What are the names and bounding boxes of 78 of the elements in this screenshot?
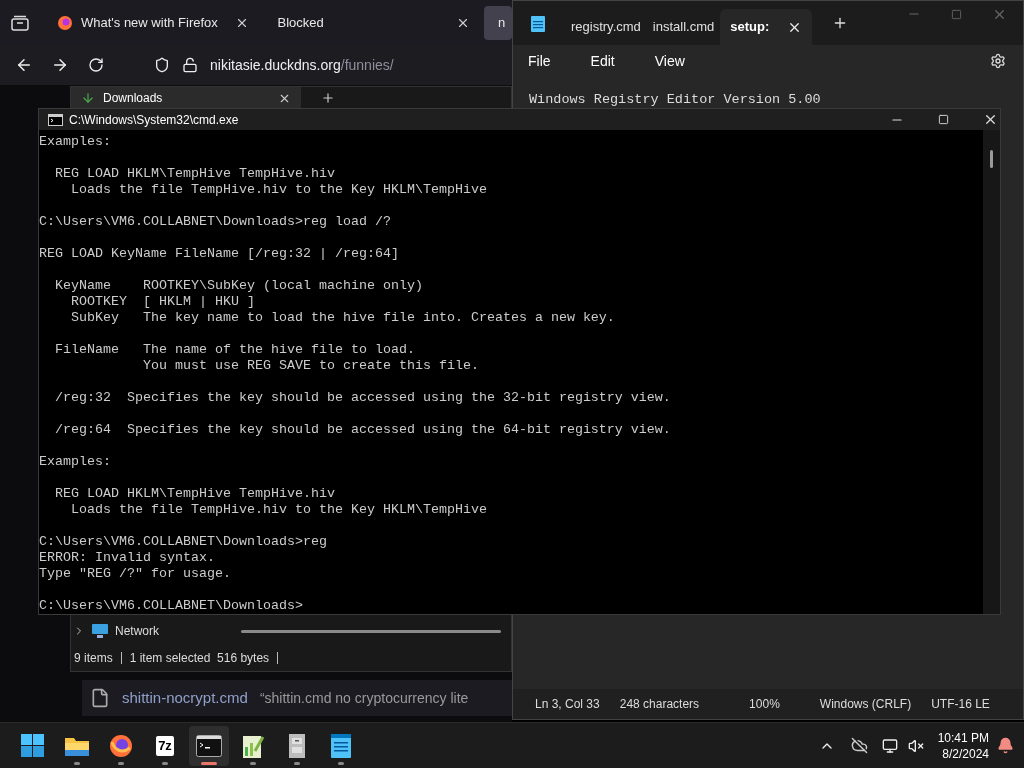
- scrollbar[interactable]: [241, 629, 501, 633]
- console-line: SubKey The key name to load the hive file into. Creates a new key.: [70, 310, 615, 326]
- console-line: ERROR: Invalid syntax.: [39, 550, 215, 566]
- status-text: 248 characters: [618, 696, 701, 713]
- editor-tab[interactable]: setup:: [720, 9, 813, 45]
- scrollbar-thumb[interactable]: [990, 150, 993, 168]
- tab-list-icon[interactable]: [11, 14, 29, 31]
- console-line: C:\Users\VM6.COLLABNET\Downloads>reg: [39, 534, 327, 550]
- status-text: 1 item selected 516 bytes: [129, 650, 270, 667]
- download-item[interactable]: shittin-nocrypt.cmd “shittin.cmd no cryptocurrency lite: [82, 680, 512, 716]
- menu-item[interactable]: Edit: [585, 50, 620, 72]
- browser-tab[interactable]: n: [484, 5, 512, 40]
- console-line: Loads the file TempHive.hiv to the Key HKLM\TempHive: [70, 502, 487, 518]
- clock[interactable]: 10:41 PM 8/2/2024: [937, 729, 989, 762]
- browser-tab[interactable]: Blocked: [263, 5, 484, 40]
- console-line: REG LOAD HKLM\TempHive TempHive.hiv: [54, 486, 335, 502]
- console-line: KeyName ROOTKEY\SubKey (local machine only): [54, 278, 423, 294]
- console-line: /reg:32 Specifies the key should be accessed using the 32-bit registry view.: [54, 390, 671, 406]
- status-text: 9 items: [74, 650, 113, 667]
- cabinet-icon: [288, 732, 306, 759]
- console-icon: [48, 113, 63, 126]
- close-icon[interactable]: [983, 112, 998, 127]
- editor-tab[interactable]: registry.cmd: [565, 9, 647, 45]
- start-icon[interactable]: [21, 734, 44, 757]
- menu-item[interactable]: View: [649, 50, 690, 72]
- lock-icon: [182, 57, 198, 73]
- cloud-off-icon[interactable]: [850, 737, 868, 754]
- tab-title: Blocked: [277, 13, 325, 32]
- console-line: Type "REG /?" for usage.: [39, 566, 231, 582]
- tab-title: Downloads: [103, 90, 164, 107]
- browser-tab[interactable]: What's new with Firefox: [42, 5, 264, 40]
- console-line: C:\Users\VM6.COLLABNET\Downloads>reg load /?: [39, 214, 391, 230]
- notification-icon[interactable]: [997, 737, 1014, 754]
- notepad-icon: [531, 14, 545, 32]
- status-text: Windows (CRLF): [818, 696, 913, 713]
- taskbar-app[interactable]: [189, 725, 229, 766]
- console-line: /reg:64 Specifies the key should be accessed using the 64-bit registry view.: [54, 422, 671, 438]
- firefox-icon: [109, 733, 133, 758]
- back-icon[interactable]: [15, 56, 33, 74]
- taskbar-app[interactable]: 7z: [145, 725, 185, 766]
- url-path: /funnies/: [340, 55, 394, 75]
- console-line: Loads the file TempHive.hiv to the Key HKLM\TempHive: [70, 182, 487, 198]
- console-line: Examples:: [39, 454, 111, 470]
- nav-item[interactable]: Network: [73, 619, 233, 643]
- console-line: REG LOAD HKLM\TempHive TempHive.hiv: [54, 166, 335, 182]
- forward-icon[interactable]: [51, 56, 69, 74]
- document-text: Windows Registry Editor Version 5.00: [529, 92, 822, 107]
- explorer-tab[interactable]: Downloads: [71, 87, 301, 109]
- status-text: Ln 3, Col 33: [534, 696, 601, 713]
- notepad-icon: [330, 732, 352, 759]
- console-line: ROOTKEY [ HKLM | HKU ]: [70, 294, 255, 310]
- file-description: “shittin.cmd no cryptocurrency lite: [259, 688, 469, 708]
- window-title: C:\Windows\System32\cmd.exe: [69, 111, 239, 129]
- file-name: shittin-nocrypt.cmd: [122, 687, 248, 708]
- tab-title: n: [498, 13, 506, 32]
- shield-icon: [154, 57, 170, 73]
- console-line: Examples:: [39, 134, 111, 150]
- console-line: FileName The name of the hive file to load.: [54, 342, 415, 358]
- status-text: 100%: [748, 696, 781, 713]
- file-icon: [90, 688, 110, 708]
- firefox-icon: [56, 14, 73, 31]
- editor-tab[interactable]: install.cmd: [646, 9, 721, 45]
- settings-icon[interactable]: [990, 53, 1006, 69]
- console-line: REG LOAD KeyName FileName [/reg:32 | /reg:64]: [39, 246, 399, 262]
- network-icon[interactable]: [881, 737, 898, 754]
- url-host: nikitasie.duckdns.org: [210, 55, 341, 75]
- console-line: You must use REG SAVE to create this file.: [141, 358, 479, 374]
- terminal-icon: [196, 734, 222, 757]
- tab-title: What's new with Firefox: [80, 13, 219, 32]
- volume-muted-icon[interactable]: [907, 737, 924, 754]
- status-text: UTF-16 LE: [930, 696, 991, 713]
- new-tab-icon[interactable]: [321, 91, 335, 105]
- app-label: 7z: [156, 735, 174, 756]
- console-line: C:\Users\VM6.COLLABNET\Downloads>: [39, 598, 303, 614]
- menu-item[interactable]: File: [523, 50, 556, 72]
- download-icon: [81, 91, 95, 105]
- network-icon: [91, 623, 109, 639]
- reload-icon[interactable]: [88, 57, 104, 73]
